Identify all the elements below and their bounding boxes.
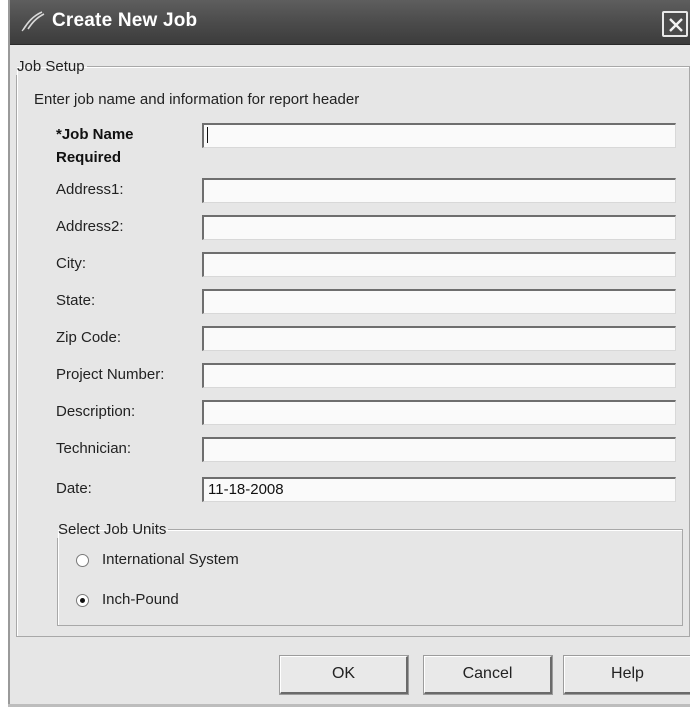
job-name-label: *Job Name Required <box>56 126 134 166</box>
address1-label: Address1: <box>56 181 124 198</box>
help-button[interactable]: Help <box>564 656 690 694</box>
inch-pound-label: Inch-Pound <box>102 591 179 608</box>
address2-input[interactable] <box>202 215 676 240</box>
technician-input[interactable] <box>202 437 676 462</box>
project-number-input[interactable] <box>202 363 676 388</box>
zip-code-label: Zip Code: <box>56 329 122 346</box>
date-input[interactable]: 11-18-2008 <box>202 477 676 502</box>
description-input[interactable] <box>202 400 676 425</box>
city-label: City: <box>56 255 86 272</box>
window-title: Create New Job <box>52 10 198 31</box>
job-units-group: Select Job Units <box>57 521 683 626</box>
close-button[interactable] <box>662 11 688 37</box>
international-system-label: International System <box>102 551 239 568</box>
job-setup-legend: Job Setup <box>17 58 85 75</box>
address1-input[interactable] <box>202 178 676 203</box>
technician-label: Technician: <box>56 440 132 457</box>
city-input[interactable] <box>202 252 676 277</box>
intro-text: Enter job name and information for repor… <box>34 91 360 108</box>
project-number-label: Project Number: <box>56 366 165 383</box>
address2-label: Address2: <box>56 218 124 235</box>
inch-pound-radio[interactable] <box>76 594 89 607</box>
cancel-button[interactable]: Cancel <box>424 656 552 694</box>
title-bar[interactable]: Create New Job <box>10 0 690 45</box>
create-new-job-dialog: Create New Job Job Setup Enter job name … <box>8 0 690 707</box>
international-system-radio[interactable] <box>76 554 89 567</box>
job-name-input[interactable] <box>202 123 676 148</box>
close-icon <box>669 18 683 32</box>
feather-quill-icon <box>20 10 46 32</box>
zip-code-input[interactable] <box>202 326 676 351</box>
description-label: Description: <box>56 403 136 420</box>
date-value: 11-18-2008 <box>208 481 284 498</box>
job-units-legend: Select Job Units <box>58 521 167 538</box>
state-label: State: <box>56 292 96 309</box>
state-input[interactable] <box>202 289 676 314</box>
date-label: Date: <box>56 480 92 497</box>
ok-button[interactable]: OK <box>280 656 408 694</box>
